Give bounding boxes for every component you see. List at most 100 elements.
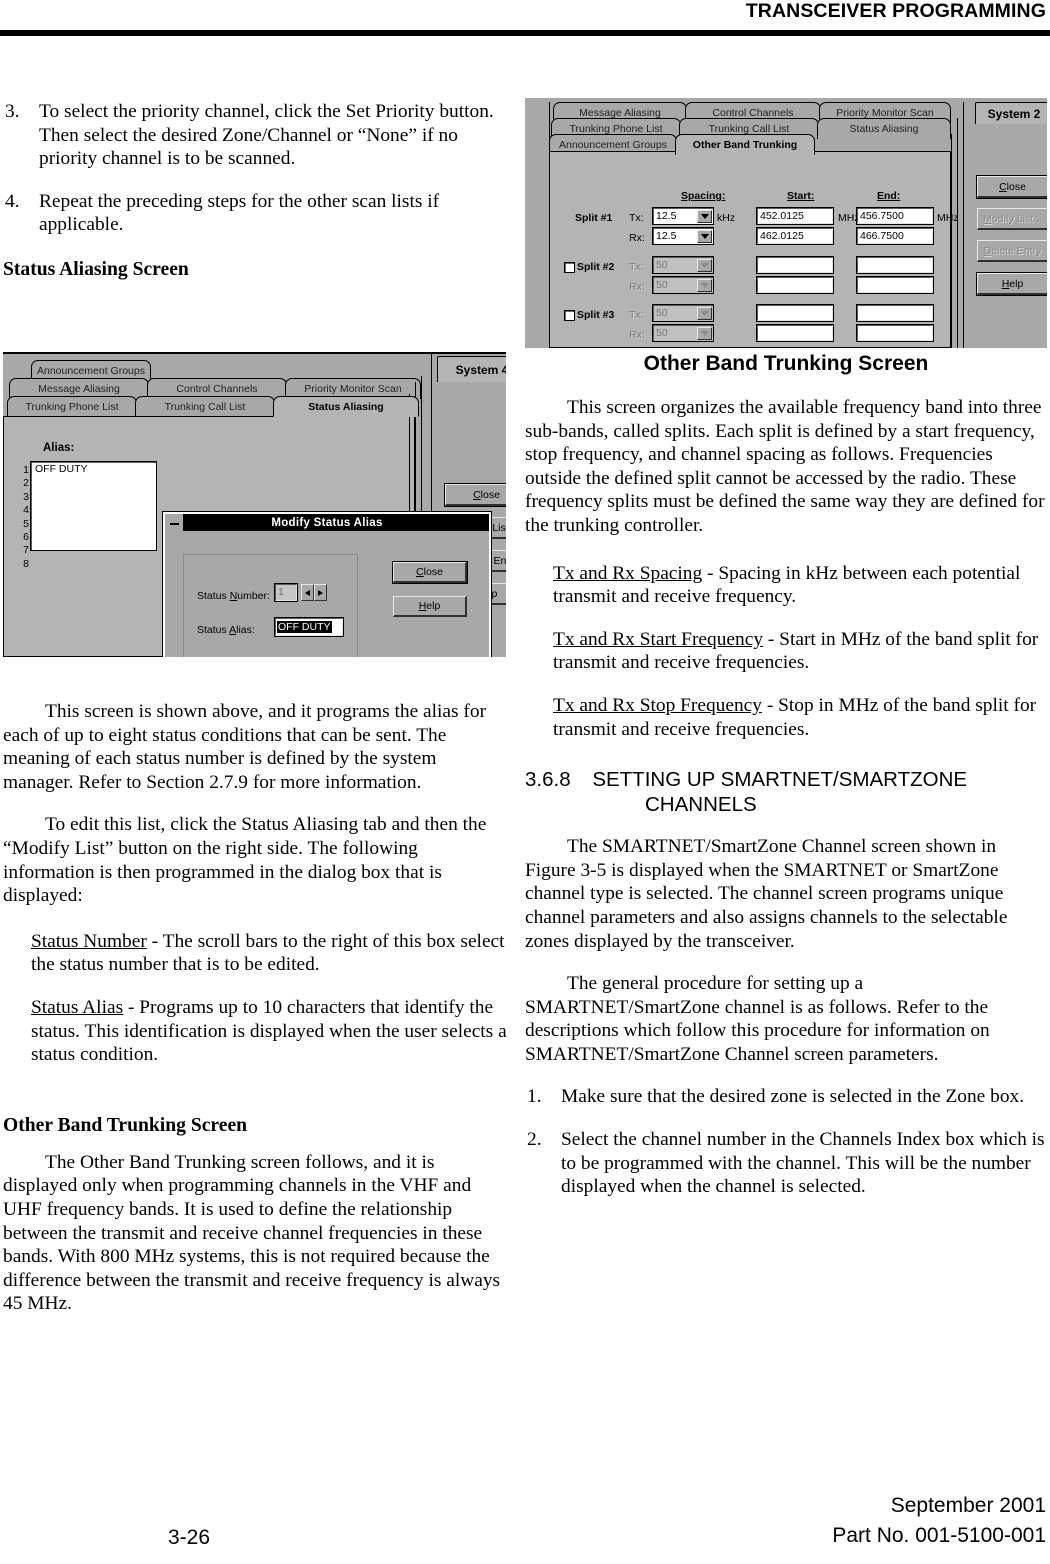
modify-list-button: Modify List... bbox=[977, 208, 1047, 230]
split-3-rx-spacing-combo[interactable]: 50 bbox=[653, 325, 713, 341]
split-1-rx-start-field[interactable]: 462.0125 bbox=[757, 228, 833, 244]
paragraph-screen-organizes: This screen organizes the available freq… bbox=[525, 397, 1045, 536]
definition-tx-rx-spacing: Tx and Rx Spacing - Spacing in kHz betwe… bbox=[525, 562, 1047, 609]
column-header-spacing: Spacing: bbox=[681, 190, 726, 202]
list-number: 1. bbox=[527, 1086, 542, 1108]
split-3-rx-end-field[interactable] bbox=[857, 325, 933, 341]
footer-page-number: 3-26 bbox=[168, 1526, 211, 1549]
paragraph-smartnet-channel-screen: The SMARTNET/SmartZone Channel screen sh… bbox=[525, 836, 1008, 952]
split-1-rx-label: Rx: bbox=[629, 232, 645, 244]
status-alias-field[interactable]: OFF DUTY bbox=[275, 618, 343, 636]
split-1-tx-spacing-combo[interactable]: 12.5 bbox=[653, 208, 713, 224]
split-2-tx-start-field[interactable] bbox=[757, 257, 833, 273]
system-name-tab[interactable]: System 2 bbox=[975, 102, 1047, 124]
dialog-help-button[interactable]: Help bbox=[393, 596, 467, 617]
close-button[interactable]: Close bbox=[445, 484, 506, 506]
dialog-close-button[interactable]: Close bbox=[393, 562, 467, 583]
dialog-group-top-edge bbox=[183, 554, 357, 555]
minimize-icon[interactable] bbox=[165, 514, 184, 531]
alias-row-number: 6 bbox=[23, 531, 29, 544]
status-number-stepper-down[interactable] bbox=[301, 584, 314, 601]
tab-other-band-trunking[interactable]: Other Band Trunking bbox=[675, 134, 815, 155]
paragraph-edit-list: To edit this list, click the Status Alia… bbox=[3, 814, 487, 907]
chevron-down-icon[interactable] bbox=[697, 210, 712, 223]
list-item: 2. Select the channel number in the Chan… bbox=[525, 1128, 1047, 1199]
alias-label: Alias: bbox=[43, 442, 75, 454]
tab-status-aliasing[interactable]: Status Aliasing bbox=[817, 118, 951, 139]
right-column: Other Band Trunking Screen This screen o… bbox=[525, 348, 1047, 1218]
definition-status-number: Status Number - The scroll bars to the r… bbox=[3, 930, 508, 977]
split-3-rx-start-field[interactable] bbox=[757, 325, 833, 341]
page-title: TRANSCEIVER PROGRAMMING bbox=[745, 0, 1046, 22]
split-2-tx-end-field[interactable] bbox=[857, 257, 933, 273]
split-2-tx-spacing-combo[interactable]: 50 bbox=[653, 257, 713, 273]
section-number: 3.6.8 bbox=[525, 768, 571, 792]
split-3-tx-label: Tx: bbox=[629, 309, 644, 321]
header-rule bbox=[0, 30, 1050, 36]
delete-entry-button: Delete Entry bbox=[977, 240, 1047, 262]
chevron-down-icon bbox=[697, 307, 712, 320]
split-1-tx-start-field[interactable]: 452.0125 bbox=[757, 208, 833, 224]
spacing-unit-khz: kHz bbox=[717, 212, 736, 224]
split-1-label: Split #1 bbox=[575, 212, 613, 224]
alias-row-number: 7 bbox=[23, 544, 29, 557]
list-number: 3. bbox=[5, 101, 20, 122]
section-heading-3-6-8: 3.6.8 SETTING UP SMARTNET/SMARTZONE CHAN… bbox=[525, 767, 1047, 817]
split-2-rx-end-field[interactable] bbox=[857, 277, 933, 293]
chevron-down-icon bbox=[697, 259, 712, 272]
dialog-titlebar: Modify Status Alias bbox=[165, 514, 489, 531]
list-text: Select the channel number in the Channel… bbox=[561, 1129, 1045, 1198]
split-2-rx-start-field[interactable] bbox=[757, 277, 833, 293]
definition-term: Status Number bbox=[31, 930, 147, 952]
chevron-down-icon bbox=[697, 279, 712, 292]
alias-row-number: 2 bbox=[23, 477, 29, 490]
split-3-tx-start-field[interactable] bbox=[757, 305, 833, 321]
status-number-field[interactable]: 1 bbox=[275, 584, 297, 601]
split-1-rx-spacing-combo[interactable]: 12.5 bbox=[653, 228, 713, 244]
figure-caption-other-band-trunking: Other Band Trunking Screen bbox=[643, 352, 929, 375]
split-3-checkbox[interactable] bbox=[565, 311, 574, 320]
status-number-stepper-up[interactable] bbox=[314, 584, 327, 601]
tab-trunking-phone-list[interactable]: Trunking Phone List bbox=[7, 396, 137, 417]
chevron-down-icon bbox=[697, 327, 712, 340]
definition-term: Tx and Rx Start Frequency bbox=[553, 628, 764, 650]
modify-status-alias-dialog: Modify Status Alias Status Number: 1 Sta… bbox=[163, 512, 491, 657]
paragraph-general-procedure: The general procedure for setting up a S… bbox=[525, 973, 990, 1065]
chevron-down-icon[interactable] bbox=[697, 230, 712, 243]
page-header: TRANSCEIVER PROGRAMMING bbox=[0, 0, 1050, 40]
split-3-tx-spacing-combo[interactable]: 50 bbox=[653, 305, 713, 321]
tab-trunking-call-list[interactable]: Trunking Call List bbox=[135, 396, 275, 417]
help-button[interactable]: Help bbox=[977, 273, 1047, 295]
dialog-group-right-edge bbox=[357, 554, 358, 657]
split-1-tx-spacing-value: 12.5 bbox=[656, 210, 677, 222]
split-1-rx-end-field[interactable]: 466.7500 bbox=[857, 228, 933, 244]
dialog-group-left-edge bbox=[183, 554, 184, 657]
pane-shadow-2 bbox=[957, 118, 958, 348]
split-2-tx-spacing-value: 50 bbox=[656, 259, 668, 271]
list-number: 2. bbox=[527, 1129, 542, 1151]
split-3-rx-spacing-value: 50 bbox=[656, 327, 668, 339]
list-item[interactable]: OFF DUTY bbox=[32, 463, 156, 476]
status-number-label: Status Number: bbox=[197, 590, 270, 602]
left-pane-edge bbox=[549, 102, 550, 348]
split-1-tx-label: Tx: bbox=[629, 212, 644, 224]
screenshot-other-band-trunking: Message Aliasing Control Channels Priori… bbox=[525, 98, 1047, 348]
dialog-title: Modify Status Alias bbox=[271, 516, 383, 529]
split-2-tx-label: Tx: bbox=[629, 261, 644, 273]
split-1-tx-end-field[interactable]: 456.7500 bbox=[857, 208, 933, 224]
alias-row-number: 8 bbox=[23, 557, 29, 570]
section-title-line-1: SETTING UP SMARTNET/SMARTZONE bbox=[592, 768, 968, 792]
tab-status-aliasing[interactable]: Status Aliasing bbox=[273, 396, 419, 417]
split-2-label: Split #2 bbox=[577, 261, 615, 273]
split-3-tx-end-field[interactable] bbox=[857, 305, 933, 321]
footer-part-number: Part No. 001-5100-001 bbox=[832, 1524, 1046, 1547]
system-name-tab[interactable]: System 4 bbox=[437, 356, 506, 382]
status-alias-value: OFF DUTY bbox=[277, 621, 332, 633]
close-button[interactable]: Close bbox=[977, 176, 1047, 198]
list-number: 4. bbox=[5, 190, 20, 212]
pane-shadow-1 bbox=[951, 134, 952, 348]
split-2-checkbox[interactable] bbox=[565, 263, 574, 272]
heading-status-aliasing-screen: Status Aliasing Screen bbox=[3, 258, 189, 280]
alias-list-box[interactable]: OFF DUTY bbox=[31, 462, 156, 550]
split-2-rx-spacing-combo[interactable]: 50 bbox=[653, 277, 713, 293]
